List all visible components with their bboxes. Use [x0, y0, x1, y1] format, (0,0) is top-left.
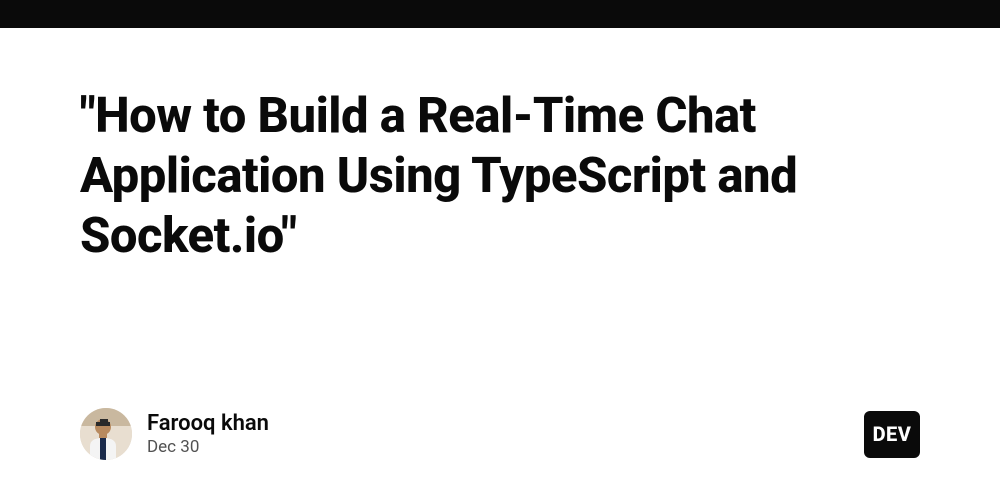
dev-badge-label: DEV	[873, 422, 912, 446]
author-meta: Farooq khan Dec 30	[147, 411, 269, 457]
author-block[interactable]: Farooq khan Dec 30	[80, 408, 269, 460]
author-avatar[interactable]	[80, 408, 132, 460]
card-footer: Farooq khan Dec 30 DEV	[80, 408, 920, 460]
author-name[interactable]: Farooq khan	[147, 411, 269, 436]
top-bar	[0, 0, 1000, 28]
article-title: "How to Build a Real-Time Chat Applicati…	[80, 86, 920, 265]
dev-badge[interactable]: DEV	[864, 411, 920, 458]
avatar-image	[80, 408, 132, 460]
article-card: "How to Build a Real-Time Chat Applicati…	[0, 28, 1000, 500]
post-date: Dec 30	[147, 437, 269, 457]
